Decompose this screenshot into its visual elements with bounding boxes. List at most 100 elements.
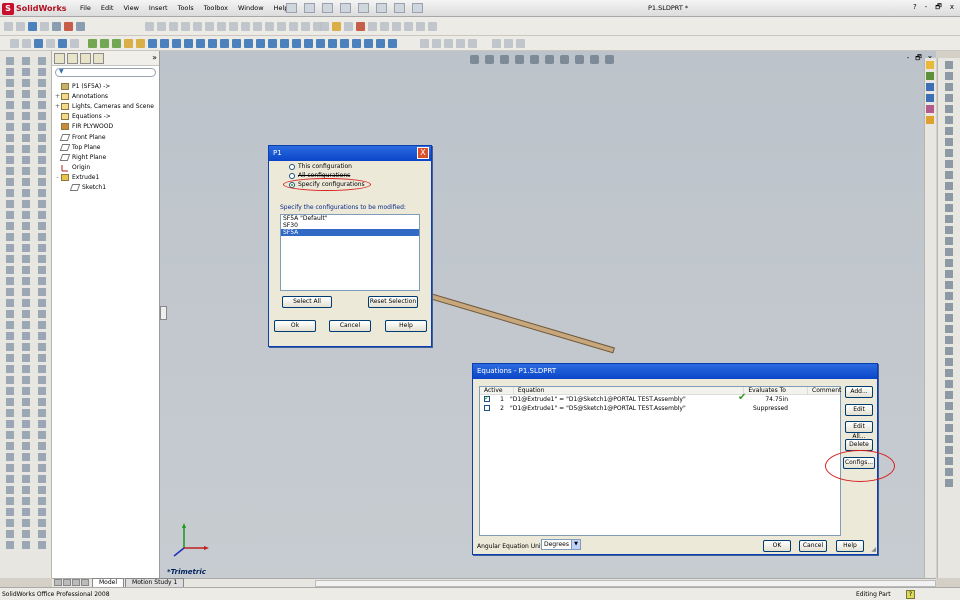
deform-icon[interactable] bbox=[352, 39, 361, 48]
tool-icon[interactable] bbox=[38, 321, 46, 329]
open-icon[interactable] bbox=[304, 3, 315, 13]
tool-icon[interactable] bbox=[22, 431, 30, 439]
tool-icon[interactable] bbox=[22, 486, 30, 494]
tool-icon[interactable] bbox=[22, 123, 30, 131]
tool-icon[interactable] bbox=[945, 83, 953, 91]
tool-icon[interactable] bbox=[6, 409, 14, 417]
view-orientation-icon[interactable] bbox=[530, 55, 539, 64]
tool-icon[interactable] bbox=[38, 431, 46, 439]
tool-icon[interactable] bbox=[945, 281, 953, 289]
tool-icon[interactable] bbox=[22, 244, 30, 252]
save-icon[interactable] bbox=[322, 3, 333, 13]
move-face-icon[interactable] bbox=[292, 39, 301, 48]
column-header[interactable]: Equation bbox=[514, 387, 745, 394]
tool-icon[interactable] bbox=[6, 57, 14, 65]
tool-icon[interactable] bbox=[6, 211, 14, 219]
tool-icon[interactable] bbox=[38, 266, 46, 274]
tool-icon[interactable] bbox=[22, 90, 30, 98]
tool-icon[interactable] bbox=[22, 310, 30, 318]
equation-text[interactable]: "D1@Extrude1" = "D5@Sketch1@PORTAL TEST.… bbox=[504, 404, 734, 413]
tool-icon[interactable] bbox=[6, 376, 14, 384]
tool-icon[interactable] bbox=[945, 358, 953, 366]
centerline-icon[interactable] bbox=[432, 39, 441, 48]
indent-icon[interactable] bbox=[364, 39, 373, 48]
tool-icon[interactable] bbox=[945, 237, 953, 245]
tool-icon[interactable] bbox=[6, 365, 14, 373]
tool-icon[interactable] bbox=[38, 255, 46, 263]
tool-icon[interactable] bbox=[945, 457, 953, 465]
tool-icon[interactable] bbox=[6, 310, 14, 318]
tool-icon[interactable] bbox=[945, 347, 953, 355]
tool-icon[interactable] bbox=[22, 530, 30, 538]
viewport-restore-button[interactable]: 🗗 bbox=[915, 54, 922, 65]
composite-curve-icon[interactable] bbox=[256, 39, 265, 48]
tool-icon[interactable] bbox=[945, 61, 953, 69]
tool-icon[interactable] bbox=[38, 145, 46, 153]
tool-icon[interactable] bbox=[22, 112, 30, 120]
tool-icon[interactable] bbox=[38, 90, 46, 98]
tool-icon[interactable] bbox=[38, 376, 46, 384]
box-icon[interactable] bbox=[112, 39, 121, 48]
extrude-icon[interactable] bbox=[320, 22, 329, 31]
select-filter-icon[interactable] bbox=[16, 22, 25, 31]
tool-icon[interactable] bbox=[945, 402, 953, 410]
first-tab-icon[interactable] bbox=[54, 579, 62, 586]
tool-icon[interactable] bbox=[22, 233, 30, 241]
tool-icon[interactable] bbox=[945, 325, 953, 333]
tool-icon[interactable] bbox=[22, 343, 30, 351]
table-row[interactable]: 2 "D1@Extrude1" = "D5@Sketch1@PORTAL TES… bbox=[480, 404, 840, 413]
tool-icon[interactable] bbox=[38, 354, 46, 362]
tool-icon[interactable] bbox=[22, 222, 30, 230]
tool-icon[interactable] bbox=[945, 479, 953, 487]
cursor-icon[interactable] bbox=[28, 22, 37, 31]
fillet-icon[interactable] bbox=[368, 22, 377, 31]
tool-icon[interactable] bbox=[22, 332, 30, 340]
tool-icon[interactable] bbox=[22, 277, 30, 285]
tool-icon[interactable] bbox=[38, 68, 46, 76]
tree-item-front-plane[interactable]: Front Plane bbox=[54, 132, 157, 142]
tool-icon[interactable] bbox=[38, 442, 46, 450]
tool-icon[interactable] bbox=[22, 189, 30, 197]
rib-icon[interactable] bbox=[404, 22, 413, 31]
dropdown-icon[interactable] bbox=[40, 22, 49, 31]
sketch-chamfer-icon[interactable] bbox=[504, 39, 513, 48]
tool-icon[interactable] bbox=[945, 248, 953, 256]
tool-icon[interactable] bbox=[945, 105, 953, 113]
tool-icon[interactable] bbox=[22, 178, 30, 186]
tool-icon[interactable] bbox=[945, 380, 953, 388]
previous-tab-icon[interactable] bbox=[63, 579, 71, 586]
tool-icon[interactable] bbox=[38, 398, 46, 406]
tool-icon[interactable] bbox=[22, 519, 30, 527]
tool-icon[interactable] bbox=[945, 149, 953, 157]
new-document-icon[interactable] bbox=[286, 3, 297, 13]
file-explorer-tab-icon[interactable] bbox=[926, 83, 934, 91]
shell-icon[interactable] bbox=[392, 22, 401, 31]
reference-geometry-icon[interactable] bbox=[148, 39, 157, 48]
section-view-icon[interactable] bbox=[515, 55, 524, 64]
tool-icon[interactable] bbox=[22, 376, 30, 384]
table-row[interactable]: 1 "D1@Extrude1" = "D1@Sketch1@PORTAL TES… bbox=[480, 393, 840, 404]
tool-icon[interactable] bbox=[22, 497, 30, 505]
pointer-icon[interactable] bbox=[58, 39, 67, 48]
tool-icon[interactable] bbox=[38, 508, 46, 516]
tool-icon[interactable] bbox=[6, 145, 14, 153]
color-icon[interactable] bbox=[64, 22, 73, 31]
cut-icon[interactable] bbox=[124, 39, 133, 48]
tree-expander[interactable]: + bbox=[54, 103, 61, 110]
tool-icon[interactable] bbox=[38, 365, 46, 373]
tool-icon[interactable] bbox=[6, 277, 14, 285]
tool-icon[interactable] bbox=[945, 391, 953, 399]
tool-icon[interactable] bbox=[6, 167, 14, 175]
menu-insert[interactable]: Insert bbox=[149, 4, 168, 12]
tool-icon[interactable] bbox=[945, 446, 953, 454]
check-icon[interactable] bbox=[88, 39, 97, 48]
view-icon[interactable] bbox=[4, 22, 13, 31]
loft-icon[interactable] bbox=[356, 22, 365, 31]
tool-icon[interactable] bbox=[38, 211, 46, 219]
ok-button[interactable]: Ok bbox=[274, 320, 316, 332]
tree-filter-input[interactable]: ▼ bbox=[55, 68, 156, 77]
tool-icon[interactable] bbox=[38, 497, 46, 505]
tool-icon[interactable] bbox=[22, 475, 30, 483]
menu-edit[interactable]: Edit bbox=[101, 4, 114, 12]
menu-file[interactable]: File bbox=[80, 4, 91, 12]
